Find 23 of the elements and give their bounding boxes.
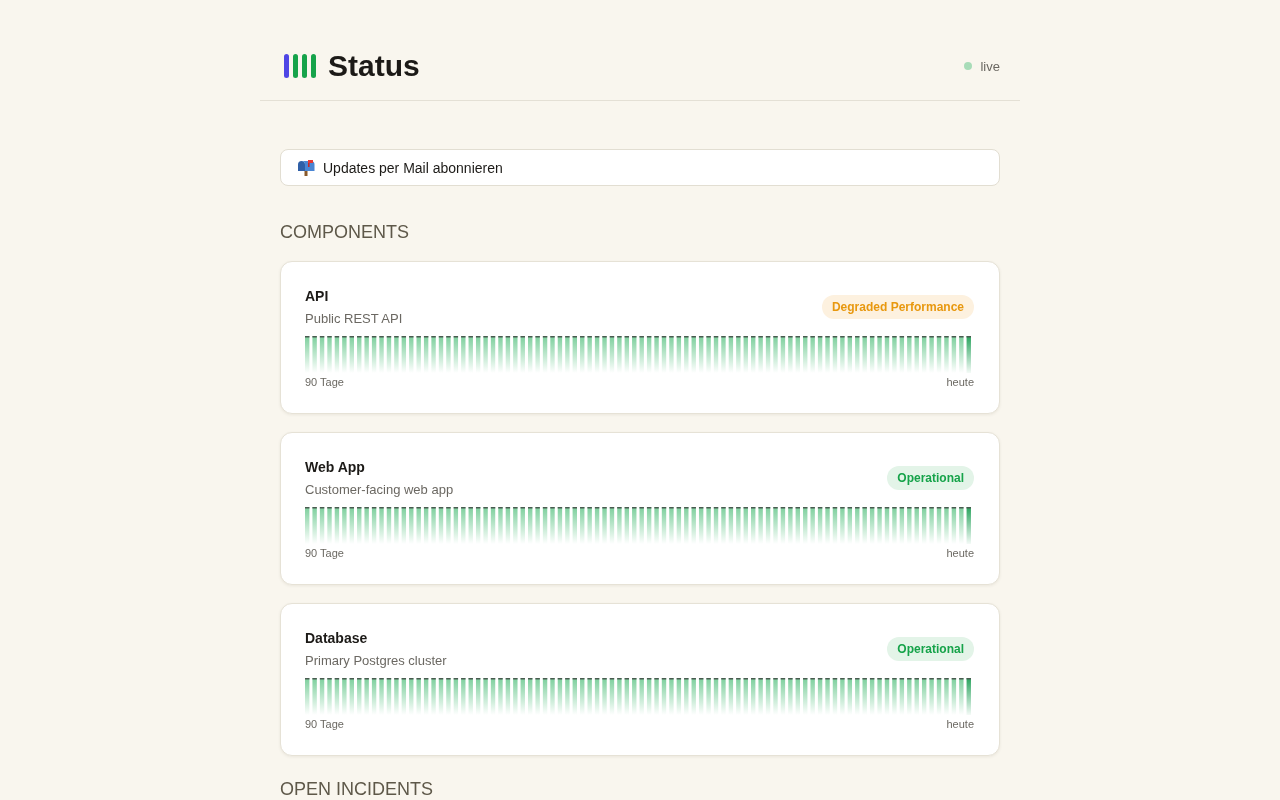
status-badge: Operational — [887, 466, 974, 490]
status-badge: Degraded Performance — [821, 295, 974, 319]
range-end-label: heute — [946, 546, 974, 560]
section-heading: COMPONENTS — [280, 221, 410, 243]
section-heading: OPEN INCIDENTS — [280, 778, 435, 800]
component-description: Primary Postgres cluster — [305, 652, 447, 670]
range-start-label: 90 Tage — [305, 717, 344, 731]
page-title: Status — [328, 48, 420, 84]
status-dot-icon — [964, 62, 973, 70]
mailbox-icon — [297, 159, 315, 176]
component-description: Public REST API — [305, 310, 403, 328]
component-name: Web App — [305, 458, 366, 477]
component-name: API — [305, 287, 330, 306]
component-description: Customer-facing web app — [305, 481, 454, 499]
component-name: Database — [305, 629, 369, 648]
range-start-label: 90 Tage — [305, 375, 344, 389]
range-end-label: heute — [946, 375, 974, 389]
subscribe-button[interactable]: Updates per Mail abonnieren — [280, 149, 1000, 186]
range-end-label: heute — [946, 717, 974, 731]
range-start-label: 90 Tage — [305, 546, 344, 560]
status-badge: Operational — [887, 637, 974, 661]
live-label: live — [980, 58, 1000, 74]
logo-icon — [284, 54, 316, 78]
